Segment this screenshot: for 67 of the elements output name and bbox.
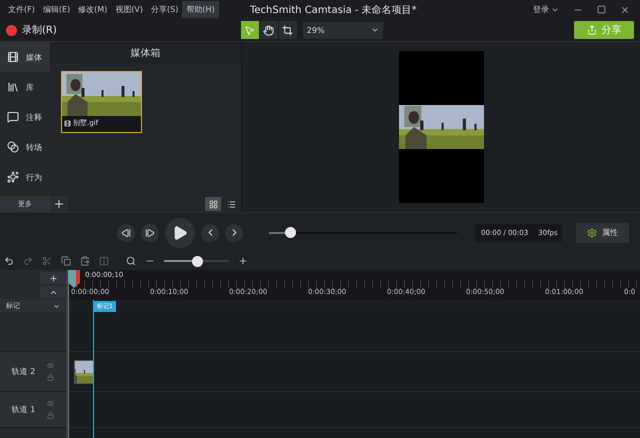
play-button[interactable] xyxy=(165,218,195,248)
menu-item[interactable]: 编辑(E) xyxy=(38,1,74,18)
menu-item[interactable]: 修改(M) xyxy=(74,1,112,18)
caret-icon xyxy=(370,26,379,34)
previous-button[interactable] xyxy=(201,224,219,242)
properties-button[interactable]: 属性 xyxy=(576,222,629,242)
record-button[interactable]: 录制(R) xyxy=(6,23,57,37)
step-back-icon xyxy=(121,228,131,238)
select-tool-button[interactable] xyxy=(240,21,259,39)
film-icon xyxy=(64,120,71,126)
window-title: TechSmith Camtasia - 未命名项目* xyxy=(250,4,417,17)
crop-tool-button[interactable] xyxy=(278,21,297,39)
plus-icon xyxy=(48,274,58,282)
sidebar-tab[interactable]: 转场 xyxy=(0,132,50,162)
hand-tool-button[interactable] xyxy=(260,21,278,39)
grid-view-button[interactable] xyxy=(205,197,221,211)
track-name: 轨道 1 xyxy=(12,404,36,415)
add-button[interactable] xyxy=(50,196,68,212)
plus-icon xyxy=(53,198,65,210)
media-clip[interactable] xyxy=(74,360,94,384)
play-icon xyxy=(172,224,188,240)
eye-icon[interactable] xyxy=(47,400,54,407)
step-forward-icon xyxy=(145,228,155,238)
eye-icon[interactable] xyxy=(47,362,54,369)
undo-icon[interactable] xyxy=(4,256,14,266)
gear-icon xyxy=(587,228,597,238)
copy-icon[interactable] xyxy=(61,256,71,266)
zoom-in-icon[interactable] xyxy=(238,256,248,266)
speech-bubble-icon xyxy=(7,111,19,123)
share-icon xyxy=(586,25,596,35)
menu-item[interactable]: 文件(F) xyxy=(4,1,39,18)
step-forward-button[interactable] xyxy=(141,224,159,242)
cut-icon[interactable] xyxy=(42,256,52,266)
film-icon xyxy=(7,51,19,63)
close-icon[interactable] xyxy=(620,4,630,14)
library-icon xyxy=(7,81,19,93)
sidebar-tab[interactable]: 行为 xyxy=(0,162,50,192)
dropdown-icon[interactable] xyxy=(53,302,60,310)
hand-icon xyxy=(263,24,274,36)
lock-icon[interactable] xyxy=(47,412,54,419)
next-button[interactable] xyxy=(225,224,243,242)
sidebar-tab[interactable]: 注释 xyxy=(0,102,50,132)
list-icon xyxy=(226,200,236,208)
add-track-button[interactable] xyxy=(40,272,66,284)
zoom-thumb[interactable] xyxy=(192,256,202,266)
scrubber-thumb[interactable] xyxy=(284,227,296,238)
track-name: 轨道 2 xyxy=(12,366,36,377)
menu-item[interactable]: 分享(S) xyxy=(147,1,182,18)
menu-item[interactable]: 视图(V) xyxy=(111,1,148,18)
transition-icon xyxy=(7,141,19,153)
redo-icon[interactable] xyxy=(23,256,33,266)
menu-item[interactable]: 帮助(H) xyxy=(182,1,219,18)
sidebar-tab[interactable]: 库 xyxy=(0,72,50,102)
lock-icon[interactable] xyxy=(47,374,54,381)
step-back-button[interactable] xyxy=(117,224,135,242)
pointer-icon xyxy=(244,24,256,36)
paste-icon[interactable] xyxy=(80,256,90,266)
login-menu[interactable]: 登录 xyxy=(533,4,559,15)
split-icon[interactable] xyxy=(99,256,109,266)
zoom-dropdown[interactable]: 29% xyxy=(302,22,383,38)
sparkles-icon xyxy=(7,171,19,183)
grid-icon xyxy=(208,200,218,208)
panel-title: 媒体箱 xyxy=(130,47,160,60)
maximize-icon[interactable] xyxy=(597,5,606,14)
crop-icon xyxy=(282,24,294,36)
search-icon[interactable] xyxy=(126,256,136,266)
sidebar-tab[interactable]: 媒体 xyxy=(0,42,50,72)
